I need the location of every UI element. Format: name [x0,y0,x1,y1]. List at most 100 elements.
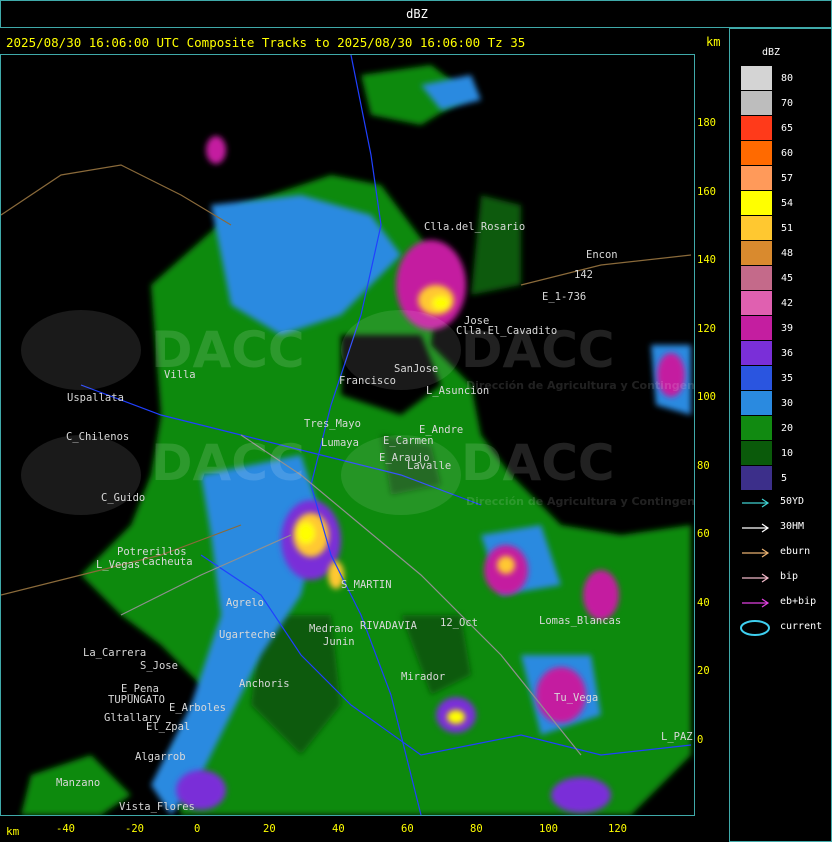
place-anchoris: Anchoris [239,678,290,690]
x-tick--20: -20 [125,823,144,835]
place-l-vegas: L_Vegas [96,559,140,571]
y-tick-40: 40 [697,596,710,609]
y-tick-100: 100 [697,391,716,403]
track-label-current: current [780,621,823,632]
x-tick-40: 40 [332,823,345,835]
place-rivadavia: RIVADAVIA [360,620,418,632]
watermark-subtitle-1: Dirección de Agricultura y Contingencias… [466,379,694,392]
x-tick-0: 0 [194,823,201,835]
place-medrano: Medrano [309,623,353,635]
track-label-eb+bip: eb+bip [780,596,817,607]
scale-label-65: 65 [781,123,794,134]
place-mirador: Mirador [401,671,445,683]
scale-label-48: 48 [781,248,794,259]
x-tick-80: 80 [470,823,483,835]
place-l-paz: L_PAZ [661,731,693,743]
y-tick-20: 20 [697,665,710,677]
y-tick-180: 180 [697,117,716,129]
track-label-eburn: eburn [780,546,811,557]
track-symbol-current [740,620,770,636]
scale-label-70: 70 [781,98,794,109]
scale-swatch-80 [741,66,772,90]
place-e-carmen: E_Carmen [383,435,434,447]
scale-label-45: 45 [781,273,794,284]
scale-label-30: 30 [781,398,794,409]
scale-label-36: 36 [781,348,794,359]
x-axis-unit: km [6,825,20,838]
place-12-oct: 12_Oct [440,617,478,629]
place-la-carrera: La_Carrera [83,647,146,659]
x-tick--40: -40 [56,823,75,835]
place-142: 142 [574,269,593,281]
place-lavalle: Lavalle [407,460,451,472]
title-bar: dBZ [0,0,832,28]
timestamp-header: 2025/08/30 16:06:00 UTC Composite Tracks… [6,35,526,50]
track-symbol-50YD [742,498,770,508]
place-tres-mayo: Tres_Mayo [304,418,361,430]
scale-label-57: 57 [781,173,794,184]
place-tu-vega: Tu_Vega [554,692,598,704]
place-villa: Villa [164,369,196,381]
place-uspallata: Uspallata [67,392,124,404]
scale-label-20: 20 [781,423,794,434]
watermark-text-2: DACC [151,434,305,492]
scale-label-35: 35 [781,373,794,384]
y-tick-160: 160 [697,185,716,198]
track-symbol-30HM [742,523,770,533]
scale-swatch-5 [741,466,772,490]
km-unit-label: km [706,35,721,49]
scale-swatch-45 [741,266,772,290]
place-e-arboles: E_Arboles [169,702,226,714]
place-c-chilenos: C_Chilenos [66,431,129,443]
scale-swatch-57 [741,166,772,190]
scale-swatch-70 [741,91,772,115]
scale-label-54: 54 [781,198,794,209]
watermark-subtitle-2: Dirección de Agricultura y Contingencias… [466,495,694,508]
place-tupungato: TUPUNGATO [108,694,165,706]
place-c-guido: C_Guido [101,492,145,504]
scale-swatch-48 [741,241,772,265]
x-tick-100: 100 [539,823,558,835]
place-s-martin: S_MARTIN [341,579,392,591]
place-e-1-736: E_1-736 [542,291,586,303]
track-label-bip: bip [780,571,799,582]
scale-swatch-30 [741,391,772,415]
scale-label-5: 5 [781,473,788,484]
track-symbol-eburn [742,548,770,558]
scale-label-80: 80 [781,73,794,84]
scale-swatch-10 [741,441,772,465]
scale-label-42: 42 [781,298,794,309]
place-lomas-blancas: Lomas_Blancas [539,615,621,627]
place-cacheuta: Cacheuta [142,556,193,568]
scale-label-51: 51 [781,223,794,234]
scale-swatch-51 [741,216,772,240]
track-label-50YD: 50YD [780,496,805,507]
scale-swatch-35 [741,366,772,390]
scale-label-60: 60 [781,148,794,159]
scale-swatch-54 [741,191,772,215]
track-symbol-bip [742,573,770,583]
y-tick-0: 0 [697,733,704,746]
scale-swatch-20 [741,416,772,440]
place-ugarteche: Ugarteche [219,629,276,641]
place-s-jose: S_Jose [140,660,178,672]
window-title: dBZ [406,7,428,21]
place-vista-flores: Vista_Flores [119,801,195,813]
place-agrelo: Agrelo [226,597,264,609]
place-sanjose: SanJose [394,363,438,375]
y-tick-60: 60 [697,528,710,540]
watermark-text-4: DACC [461,434,615,492]
scale-swatch-60 [741,141,772,165]
place-manzano: Manzano [56,777,100,789]
y-tick-140: 140 [697,254,716,266]
radar-map[interactable]: DACC DACC DACC DACC Dirección de Agricul… [1,55,694,815]
scale-swatch-65 [741,116,772,140]
place-clla-el-cavadito: Clla.El_Cavadito [456,325,557,337]
legend-title: dBZ [762,47,781,58]
place-encon: Encon [586,249,618,261]
track-label-30HM: 30HM [780,521,805,532]
place-lumaya: Lumaya [321,437,359,449]
x-tick-60: 60 [401,823,414,835]
scale-swatch-36 [741,341,772,365]
x-tick-120: 120 [608,823,627,835]
